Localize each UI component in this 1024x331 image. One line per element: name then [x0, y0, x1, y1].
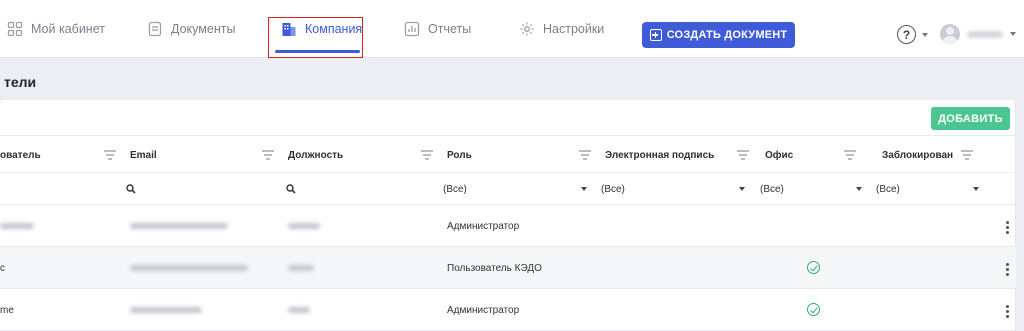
user-name-blurred — [967, 30, 1003, 38]
search-icon[interactable] — [286, 184, 296, 194]
position-cell — [288, 289, 310, 331]
blurred-text — [288, 223, 320, 229]
users-table-panel: ДОБАВИТЬ ователь Email Должность Роль Эл… — [0, 100, 1016, 331]
blurred-text — [130, 223, 228, 229]
email-cell — [130, 205, 228, 247]
blocked-filter-select[interactable]: (Все) — [876, 173, 980, 205]
column-header-user[interactable]: ователь — [0, 136, 41, 174]
user-menu[interactable] — [940, 24, 1016, 44]
help-icon: ? — [897, 25, 916, 44]
select-value: (Все) — [876, 183, 900, 195]
user-cell: с — [0, 262, 5, 274]
position-cell — [288, 247, 314, 289]
select-value: (Все) — [601, 183, 625, 195]
top-navigation: Мой кабинет Документы Компания Отчеты На… — [0, 0, 1024, 58]
nav-label: Мой кабинет — [31, 22, 105, 36]
signature-filter-select[interactable]: (Все) — [601, 173, 746, 205]
select-value: (Все) — [760, 183, 784, 195]
create-document-button[interactable]: СОЗДАТЬ ДОКУМЕНТ — [642, 22, 795, 48]
email-cell — [130, 247, 248, 289]
role-cell: Администратор — [447, 304, 520, 316]
chevron-down-icon — [856, 187, 862, 191]
blurred-text — [0, 223, 34, 229]
filter-icon[interactable] — [261, 150, 275, 160]
nav-documents[interactable]: Документы — [147, 0, 235, 58]
table-header: ователь Email Должность Роль Электронная… — [0, 135, 1016, 173]
filter-icon[interactable] — [736, 150, 750, 160]
filter-icon[interactable] — [578, 150, 592, 160]
add-button[interactable]: ДОБАВИТЬ — [931, 107, 1010, 130]
column-header-role[interactable]: Роль — [447, 136, 472, 174]
chevron-down-icon — [739, 187, 745, 191]
nav-settings[interactable]: Настройки — [519, 0, 604, 58]
nav-reports[interactable]: Отчеты — [404, 0, 471, 58]
nav-label: Настройки — [543, 22, 605, 36]
position-cell — [288, 205, 320, 247]
select-value: (Все) — [443, 183, 467, 195]
blurred-text — [288, 265, 314, 271]
office-filter-select[interactable]: (Все) — [760, 173, 863, 205]
chart-icon — [404, 21, 420, 37]
chevron-down-icon — [973, 187, 979, 191]
role-cell: Администратор — [447, 220, 520, 232]
nav-my-cabinet[interactable]: Мой кабинет — [7, 0, 105, 58]
row-menu-icon[interactable] — [1006, 221, 1009, 235]
grid-icon — [7, 21, 23, 37]
column-header-position[interactable]: Должность — [288, 136, 343, 174]
role-cell: Пользователь КЭДО — [447, 262, 542, 274]
blurred-text — [288, 307, 310, 313]
gear-icon — [520, 22, 534, 36]
chevron-down-icon — [922, 32, 928, 37]
nav-label: Отчеты — [428, 22, 472, 36]
column-header-signature[interactable]: Электронная подпись — [605, 136, 714, 174]
plus-icon — [649, 29, 662, 41]
filter-icon[interactable] — [420, 150, 434, 160]
search-icon[interactable] — [126, 184, 136, 194]
chevron-down-icon — [1010, 32, 1016, 36]
table-row[interactable]: с Пользователь КЭДО — [0, 247, 1016, 289]
office-check-icon — [807, 261, 820, 274]
email-cell — [130, 289, 202, 331]
filter-icon[interactable] — [103, 150, 117, 160]
column-header-blocked[interactable]: Заблокирован — [882, 136, 953, 174]
user-cell — [0, 205, 34, 247]
help-menu[interactable]: ? — [897, 25, 928, 44]
main-content: тели ДОБАВИТЬ ователь Email Должность Ро… — [0, 58, 1024, 331]
table-row[interactable]: Администратор — [0, 205, 1016, 247]
avatar — [940, 24, 960, 44]
filter-icon[interactable] — [843, 150, 857, 160]
column-header-email[interactable]: Email — [130, 136, 157, 174]
create-document-label: СОЗДАТЬ ДОКУМЕНТ — [666, 29, 788, 41]
row-menu-icon[interactable] — [1006, 305, 1009, 319]
blurred-text — [130, 307, 202, 313]
highlight-frame — [268, 17, 363, 58]
office-check-icon — [807, 303, 820, 316]
filter-row: (Все) (Все) (Все) (Все) — [0, 173, 1016, 205]
blurred-text — [130, 265, 248, 271]
user-cell: me — [0, 304, 14, 316]
filter-icon[interactable] — [960, 150, 974, 160]
role-filter-select[interactable]: (Все) — [443, 173, 588, 205]
nav-label: Документы — [171, 22, 236, 36]
row-menu-icon[interactable] — [1006, 263, 1009, 277]
page-title: тели — [4, 74, 37, 90]
table-row[interactable]: me Администратор — [0, 289, 1016, 331]
column-header-office[interactable]: Офис — [765, 136, 793, 174]
document-icon — [148, 21, 162, 37]
chevron-down-icon — [581, 187, 587, 191]
